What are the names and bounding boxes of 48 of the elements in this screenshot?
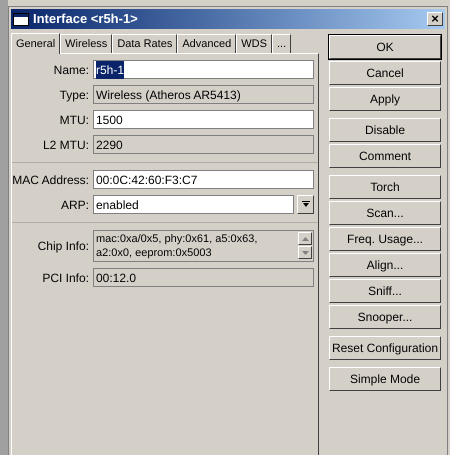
field-value: enabled xyxy=(96,196,139,214)
dialog-button[interactable]: Freq. Usage... xyxy=(329,227,441,251)
dialog-button[interactable]: Cancel xyxy=(329,61,441,85)
dialog-button[interactable]: Torch xyxy=(329,175,441,199)
tab[interactable]: Advanced xyxy=(177,34,236,53)
field-value: mac:0xa/0x5, phy:0x61, a5:0x63, a2:0x0, eeprom:0x5003 xyxy=(96,233,258,259)
dialog-button[interactable]: Comment xyxy=(329,144,441,168)
field-label: Name: xyxy=(52,62,89,78)
dialog-button[interactable]: Reset Configuration xyxy=(329,336,441,360)
field-value: 00:0C:42:60:F3:C7 xyxy=(96,172,198,188)
tab[interactable]: ... xyxy=(272,34,292,53)
field-value: Wireless (Atheros AR5413) xyxy=(96,86,241,104)
field-label: Type: xyxy=(58,86,89,104)
dialog-button[interactable]: OK xyxy=(329,35,441,59)
text-field[interactable]: r5h-1 xyxy=(93,60,314,79)
field-value: r5h-1 xyxy=(96,60,124,78)
dialog-button[interactable]: Apply xyxy=(329,87,441,111)
down-arrow-icon xyxy=(302,250,308,254)
field-value: 1500 xyxy=(96,112,123,128)
field-value: 00:12.0 xyxy=(96,270,136,286)
dialog-button[interactable]: Align... xyxy=(329,253,441,277)
field-value: 2290 xyxy=(96,136,123,154)
window-title: Interface <r5h-1> xyxy=(33,10,139,28)
scroll-up-button[interactable] xyxy=(298,232,312,245)
tab[interactable]: WDS xyxy=(236,34,272,53)
tab[interactable]: Wireless xyxy=(60,34,112,53)
dialog-button[interactable]: Snooper... xyxy=(329,305,441,329)
dropdown-button[interactable] xyxy=(297,195,314,214)
field-label: MTU: xyxy=(58,112,89,128)
caret-icon xyxy=(302,200,310,208)
tab[interactable]: Data Rates xyxy=(112,34,178,53)
field-label: ARP: xyxy=(60,196,89,214)
window-icon xyxy=(13,12,29,26)
up-arrow-icon xyxy=(302,236,308,240)
text-field[interactable]: 00:0C:42:60:F3:C7 xyxy=(93,170,314,189)
arp-dropdown[interactable]: enabled xyxy=(93,195,294,214)
close-button[interactable]: × xyxy=(427,12,443,26)
text-field[interactable]: 1500 xyxy=(93,110,314,129)
dialog-button[interactable]: Scan... xyxy=(329,201,441,225)
dialog-button[interactable]: Simple Mode xyxy=(329,367,441,391)
dialog-button[interactable]: Sniff... xyxy=(329,279,441,303)
field-label: L2 MTU: xyxy=(42,136,89,154)
field-label: Chip Info: xyxy=(36,238,89,255)
field-label: PCI Info: xyxy=(41,270,89,286)
scroll-down-button[interactable] xyxy=(298,246,312,259)
field-label: MAC Address: xyxy=(12,172,89,188)
dialog-button[interactable]: Disable xyxy=(329,118,441,142)
tab[interactable]: General xyxy=(11,33,60,54)
